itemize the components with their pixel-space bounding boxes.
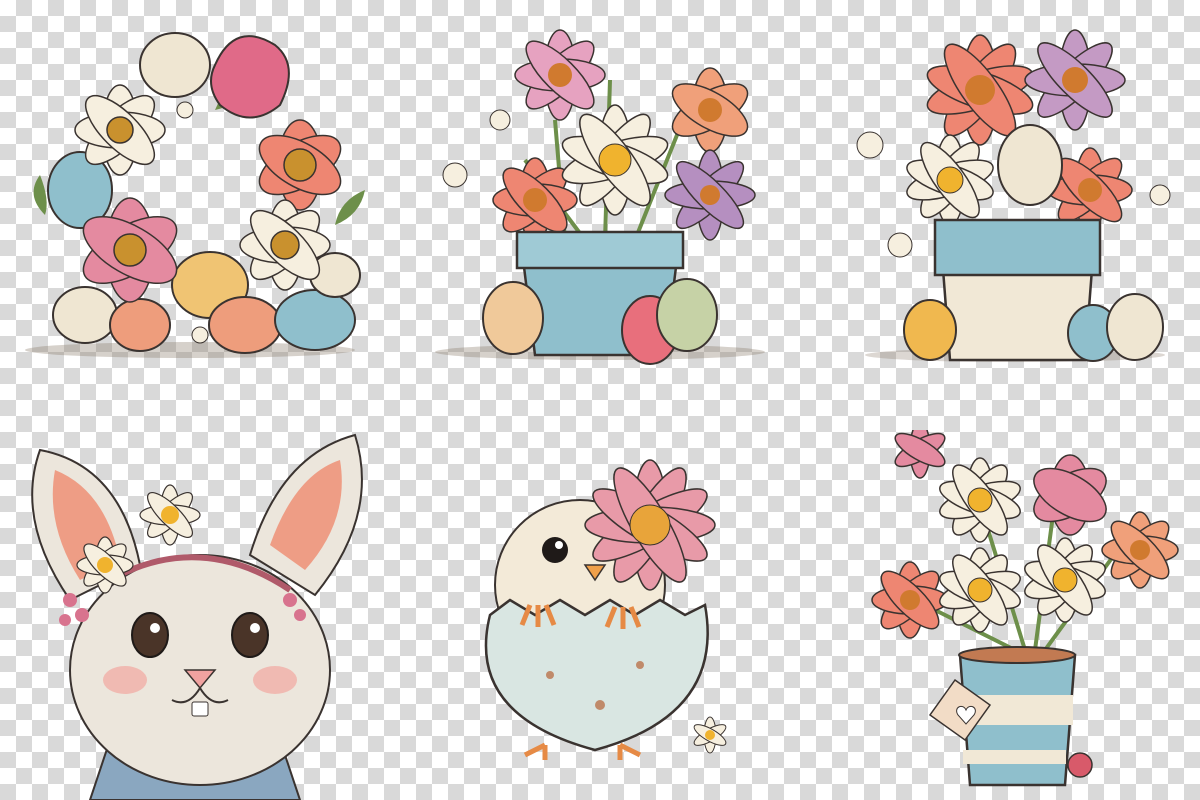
clipart-sheet (0, 0, 1200, 800)
wreath-art (25, 32, 365, 358)
daisy-pot-art (435, 29, 765, 365)
flower-pot-illustration (845, 15, 1185, 365)
flower-pot-art (856, 29, 1171, 362)
chick-illustration (480, 435, 750, 770)
bucket-illustration (860, 430, 1190, 790)
bunny-art (31, 433, 363, 800)
daisy-pot-illustration (425, 20, 770, 365)
chick-art (484, 459, 727, 760)
wreath-illustration (15, 15, 375, 360)
bucket-art (871, 430, 1179, 787)
bunny-illustration (10, 420, 380, 800)
